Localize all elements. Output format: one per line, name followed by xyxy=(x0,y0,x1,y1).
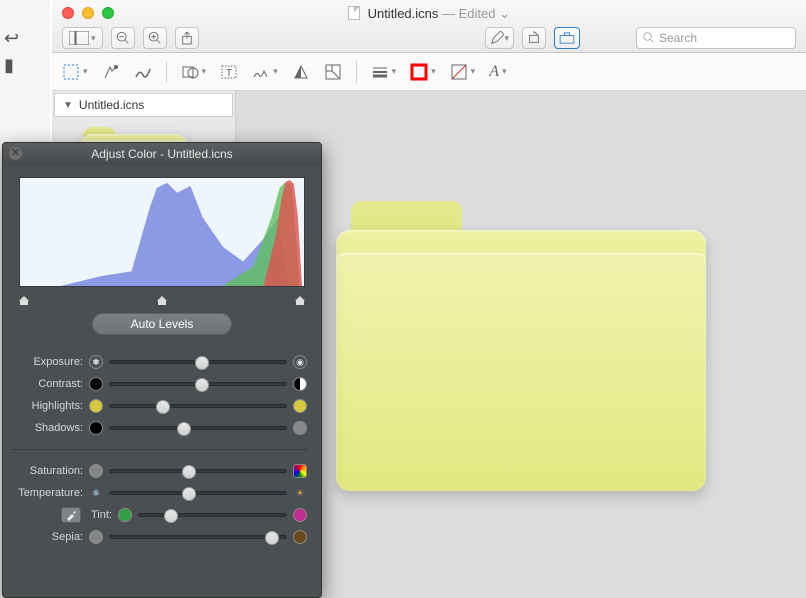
mid-point-handle[interactable] xyxy=(157,291,167,303)
exposure-label: Exposure: xyxy=(11,356,83,368)
view-mode-button[interactable]: ▾ xyxy=(62,27,103,49)
share-button[interactable] xyxy=(175,27,199,49)
temperature-slider-row: Temperature: ❄ ☀ xyxy=(11,482,307,504)
saturation-slider[interactable] xyxy=(109,469,287,473)
window-minimize-button[interactable] xyxy=(82,7,94,19)
sketch-tool[interactable] xyxy=(134,63,152,81)
fragment-icon: ↩ xyxy=(4,28,19,49)
highlights-low-icon xyxy=(89,399,103,413)
markup-toolbar: ▾ ▾ T ▾ ▾ ▾ ▾ A▾ xyxy=(52,53,806,91)
toolbox-button[interactable] xyxy=(554,27,580,49)
edited-indicator: — Edited xyxy=(442,6,495,21)
fill-color-tool[interactable]: ▾ xyxy=(450,63,476,81)
contrast-slider-row: Contrast: xyxy=(11,373,307,395)
tint-eyedropper-button[interactable] xyxy=(61,507,81,523)
title-dropdown-caret: ⌄ xyxy=(499,6,510,21)
tint-magenta-icon xyxy=(293,508,307,522)
disclosure-triangle-icon[interactable]: ▼ xyxy=(63,100,73,111)
folder-icon-preview xyxy=(336,201,706,491)
shapes-tool[interactable]: ▾ xyxy=(181,63,207,81)
aperture-open-icon: ◉ xyxy=(293,355,307,369)
exposure-slider-row: Exposure: ✱ ◉ xyxy=(11,351,307,373)
tint-label: Tint: xyxy=(91,509,112,521)
zoom-in-button[interactable] xyxy=(143,27,167,49)
window-title[interactable]: Untitled.icns — Edited ⌄ xyxy=(52,6,806,22)
window-zoom-button[interactable] xyxy=(102,7,114,19)
shadows-slider-row: Shadows: xyxy=(11,417,307,439)
temperature-slider[interactable] xyxy=(109,491,287,495)
document-title-text: Untitled.icns xyxy=(368,6,439,21)
shadows-high-icon xyxy=(293,421,307,435)
highlights-label: Highlights: xyxy=(11,400,83,412)
saturation-slider-row: Saturation: xyxy=(11,460,307,482)
aperture-icon: ✱ xyxy=(89,355,103,369)
saturation-high-icon xyxy=(293,464,307,478)
tint-slider[interactable] xyxy=(138,513,287,517)
white-point-handle[interactable] xyxy=(295,291,305,303)
cool-temp-icon: ❄ xyxy=(89,486,103,500)
tint-green-icon xyxy=(118,508,132,522)
sepia-slider[interactable] xyxy=(109,535,287,539)
sepia-low-icon xyxy=(89,530,103,544)
window-close-button[interactable] xyxy=(62,7,74,19)
panel-close-button[interactable]: ✕ xyxy=(9,147,22,160)
warm-temp-icon: ☀ xyxy=(293,486,307,500)
tint-slider-row: Tint: xyxy=(11,504,307,526)
sign-tool[interactable]: ▾ xyxy=(252,63,278,81)
auto-levels-button[interactable]: Auto Levels xyxy=(92,313,232,335)
svg-text:T: T xyxy=(226,68,232,79)
stroke-color-tool[interactable]: ▾ xyxy=(410,63,436,81)
saturation-label: Saturation: xyxy=(11,465,83,477)
contrast-label: Contrast: xyxy=(11,378,83,390)
exposure-slider[interactable] xyxy=(109,360,287,364)
search-icon xyxy=(643,32,655,44)
sepia-label: Sepia: xyxy=(11,531,83,543)
sepia-slider-row: Sepia: xyxy=(11,526,307,548)
black-point-handle[interactable] xyxy=(19,291,29,303)
highlights-slider[interactable] xyxy=(109,404,287,408)
font-style-tool[interactable]: A▾ xyxy=(489,63,506,81)
markup-button[interactable]: ▾ xyxy=(485,27,514,49)
main-toolbar: ▾ ▾ Search xyxy=(62,26,796,50)
temperature-label: Temperature: xyxy=(11,487,83,499)
highlights-high-icon xyxy=(293,399,307,413)
fragment-icon: ▮ xyxy=(4,55,19,76)
search-placeholder: Search xyxy=(659,31,697,45)
adjust-color-tool[interactable] xyxy=(292,63,310,81)
high-contrast-icon xyxy=(293,377,307,391)
highlights-slider-row: Highlights: xyxy=(11,395,307,417)
sidebar-file-item[interactable]: ▼ Untitled.icns xyxy=(54,93,233,117)
search-field[interactable]: Search xyxy=(636,27,796,49)
instant-alpha-tool[interactable] xyxy=(102,63,120,81)
rotate-button[interactable] xyxy=(522,27,546,49)
text-tool[interactable]: T xyxy=(220,63,238,81)
selection-tool[interactable]: ▾ xyxy=(62,63,88,81)
document-icon xyxy=(348,6,360,20)
low-contrast-icon xyxy=(89,377,103,391)
adjust-size-tool[interactable] xyxy=(324,63,342,81)
shadows-label: Shadows: xyxy=(11,422,83,434)
sepia-high-icon xyxy=(293,530,307,544)
panel-titlebar[interactable]: ✕ Adjust Color - Untitled.icns xyxy=(3,143,321,165)
histogram-handles[interactable] xyxy=(19,291,305,303)
contrast-slider[interactable] xyxy=(109,382,287,386)
sidebar-item-label: Untitled.icns xyxy=(79,98,144,112)
shadows-slider[interactable] xyxy=(109,426,287,430)
titlebar: Untitled.icns — Edited ⌄ ▾ ▾ Search xyxy=(52,0,806,53)
panel-title-text: Adjust Color - Untitled.icns xyxy=(91,147,232,161)
zoom-out-button[interactable] xyxy=(111,27,135,49)
saturation-low-icon xyxy=(89,464,103,478)
shadows-low-icon xyxy=(89,421,103,435)
line-style-tool[interactable]: ▾ xyxy=(371,63,397,81)
adjust-color-panel: ✕ Adjust Color - Untitled.icns Auto Leve… xyxy=(2,142,322,598)
histogram xyxy=(19,177,305,287)
